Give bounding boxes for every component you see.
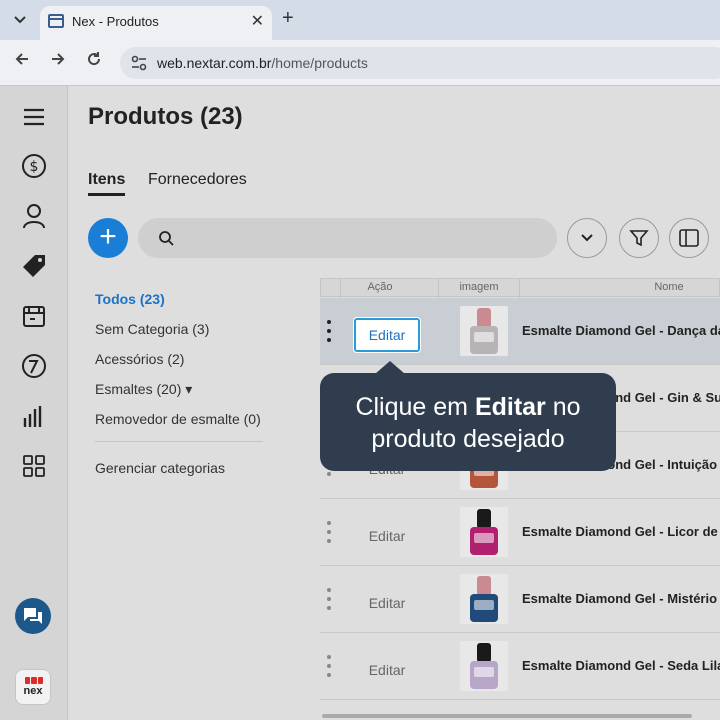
grid-icon[interactable]: [20, 452, 48, 480]
tooltip-text-bold: Editar: [474, 393, 546, 421]
product-name[interactable]: Esmalte Diamond Gel - Dança da: [522, 323, 720, 338]
browser-tab[interactable]: Nex - Produtos ✕: [40, 6, 272, 40]
table-row[interactable]: Editar Esmalte Diamond Gel - Mistério: [320, 566, 720, 633]
page-title: Produtos (23): [88, 103, 243, 130]
user-icon[interactable]: [20, 202, 48, 230]
bottle-cap: [477, 643, 491, 661]
more-options-icon[interactable]: [326, 588, 332, 610]
reload-icon[interactable]: [83, 51, 105, 73]
tab-itens[interactable]: Itens: [88, 171, 125, 189]
bottle-label: [474, 332, 494, 342]
tooltip-text-pre: Clique em: [355, 393, 475, 421]
side-rail: $ nex: [0, 86, 68, 720]
tab-close-icon[interactable]: ✕: [251, 11, 264, 31]
product-thumbnail: [460, 306, 508, 356]
nex-logo[interactable]: nex: [15, 669, 51, 705]
table-row[interactable]: Editar Esmalte Diamond Gel - Seda Lila: [320, 633, 720, 700]
sidebar-panel-icon: [679, 229, 699, 247]
column-header-acao: Ação: [367, 281, 393, 293]
tooltip-line-1: Clique em Editar no: [320, 391, 616, 423]
tag-icon[interactable]: [20, 252, 48, 280]
bar-chart-icon[interactable]: [20, 402, 48, 430]
filter-button[interactable]: [619, 218, 659, 258]
active-tab-indicator: [88, 193, 125, 196]
site-favicon-icon: [48, 14, 64, 28]
manage-categories-link[interactable]: Gerenciar categorias: [95, 460, 265, 476]
bottle-label: [474, 667, 494, 677]
chat-button[interactable]: [15, 598, 51, 634]
dollar-icon[interactable]: $: [20, 152, 48, 180]
tooltip-line-2: produto desejado: [371, 425, 565, 453]
chart-pie-icon[interactable]: [20, 352, 48, 380]
edit-button[interactable]: Editar: [354, 519, 420, 553]
category-sem-categoria[interactable]: Sem Categoria (3): [95, 321, 265, 337]
tab-fornecedores[interactable]: Fornecedores: [148, 171, 247, 189]
bottle-cap: [477, 576, 491, 594]
product-thumbnail: [460, 507, 508, 557]
url-field[interactable]: web.nextar.com.br/home/products: [120, 47, 720, 79]
site-settings-icon[interactable]: [130, 55, 148, 71]
category-acessorios[interactable]: Acessórios (2): [95, 351, 265, 367]
chat-icon: [24, 608, 42, 624]
bottle-label: [474, 600, 494, 610]
column-header-imagem: imagem: [459, 281, 499, 293]
category-divider: [95, 441, 263, 442]
product-table: Ação imagem Nome Editar Esmalte Diamond G…: [320, 278, 720, 720]
store-icon[interactable]: [20, 302, 48, 330]
add-product-button[interactable]: +: [88, 218, 128, 258]
horizontal-scrollbar[interactable]: [322, 714, 692, 718]
more-options-icon[interactable]: [326, 521, 332, 543]
chevron-down-icon: [581, 234, 593, 242]
column-separator: [340, 279, 341, 298]
table-row[interactable]: Editar Esmalte Diamond Gel - Dança da: [320, 298, 720, 365]
product-name[interactable]: Esmalte Diamond Gel - Licor de: [522, 524, 718, 539]
url-host: web.nextar.com.br: [157, 55, 272, 71]
menu-icon[interactable]: [20, 103, 48, 131]
search-icon: [158, 230, 174, 246]
column-header-nome: Nome: [654, 281, 684, 293]
edit-button[interactable]: Editar: [354, 586, 420, 620]
bottle-label: [474, 533, 494, 543]
bottle-cap: [477, 509, 491, 527]
address-bar: web.nextar.com.br/home/products: [0, 40, 720, 86]
more-options-icon[interactable]: [326, 320, 332, 342]
table-header: Ação imagem Nome: [320, 278, 720, 298]
edit-button[interactable]: Editar: [354, 318, 420, 352]
product-thumbnail: [460, 574, 508, 624]
category-list: Todos (23) Sem Categoria (3) Acessórios …: [95, 291, 265, 490]
url-path: /home/products: [271, 55, 368, 71]
svg-text:$: $: [30, 159, 39, 175]
tab-title: Nex - Produtos: [72, 14, 159, 29]
forward-icon[interactable]: [47, 51, 69, 73]
edit-button[interactable]: Editar: [354, 653, 420, 687]
new-tab-button[interactable]: +: [282, 7, 294, 30]
filter-icon: [629, 230, 649, 247]
product-name[interactable]: Esmalte Diamond Gel - Mistério: [522, 591, 717, 606]
category-todos[interactable]: Todos (23): [95, 291, 265, 307]
search-input[interactable]: [138, 218, 557, 258]
product-name[interactable]: Esmalte Diamond Gel - Seda Lila: [522, 658, 720, 673]
tooltip-text-post: no: [545, 393, 581, 421]
back-icon[interactable]: [11, 51, 33, 73]
logo-text: nex: [23, 685, 43, 697]
panel-toggle-button[interactable]: [669, 218, 709, 258]
tutorial-tooltip: Clique em Editar no produto desejado: [320, 373, 616, 471]
category-esmaltes[interactable]: Esmaltes (20) ▾: [95, 381, 265, 397]
url-text: web.nextar.com.br/home/products: [157, 55, 368, 71]
logo-mark: [25, 677, 43, 684]
browser-tab-bar: Nex - Produtos ✕ +: [0, 0, 720, 40]
expand-button[interactable]: [567, 218, 607, 258]
table-row[interactable]: Editar Esmalte Diamond Gel - Licor de: [320, 499, 720, 566]
bottle-cap: [477, 308, 491, 326]
tab-search-chevron-icon[interactable]: [8, 8, 32, 32]
category-removedor[interactable]: Removedor de esmalte (0): [95, 411, 265, 427]
product-thumbnail: [460, 641, 508, 691]
more-options-icon[interactable]: [326, 655, 332, 677]
